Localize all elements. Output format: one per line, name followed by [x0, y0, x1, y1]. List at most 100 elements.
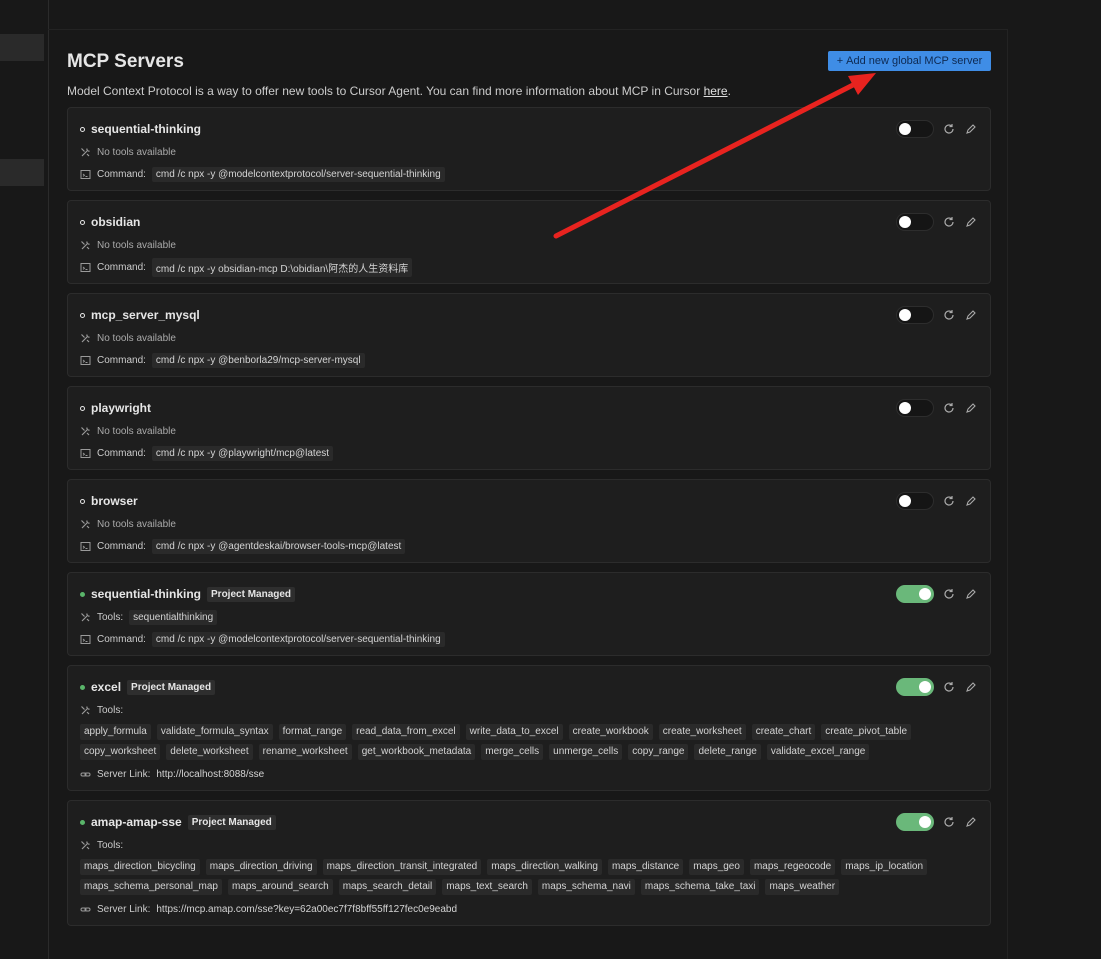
server-link-label: Server Link: — [97, 768, 151, 780]
tool-chip: maps_search_detail — [338, 879, 437, 895]
link-icon — [80, 769, 91, 780]
refresh-icon[interactable] — [942, 122, 956, 136]
terminal-icon — [80, 355, 91, 366]
tools-row: No tools available — [80, 144, 978, 160]
server-controls — [896, 813, 978, 831]
server-name: excel — [91, 680, 122, 694]
server-controls — [896, 120, 978, 138]
tool-chips: maps_direction_bicycling maps_direction_d… — [80, 859, 978, 895]
tool-chip: maps_distance — [607, 859, 684, 875]
status-dot — [80, 684, 85, 690]
tool-chips: apply_formula validate_formula_syntax form… — [80, 724, 978, 760]
tools-row: No tools available — [80, 237, 978, 253]
server-card: sequential-thinking Project Managed Tools:… — [67, 572, 991, 656]
refresh-icon[interactable] — [942, 815, 956, 829]
command-label: Command: — [97, 447, 146, 459]
edit-icon[interactable] — [964, 494, 978, 508]
command-row: Command: cmd /c npx -y @playwright/mcp@la… — [80, 445, 978, 461]
command-row: Command: cmd /c npx -y @modelcontextproto… — [80, 631, 978, 647]
command-value: cmd /c npx -y @playwright/mcp@latest — [151, 445, 334, 461]
edit-icon[interactable] — [964, 587, 978, 601]
tool-chip: write_data_to_excel — [465, 724, 563, 740]
status-dot — [80, 405, 85, 411]
tools-icon — [80, 519, 91, 530]
tool-chip: delete_range — [694, 744, 761, 760]
here-link[interactable]: here — [704, 84, 728, 98]
command-label: Command: — [97, 261, 146, 273]
tools-row: No tools available — [80, 423, 978, 439]
description-text: Model Context Protocol is a way to offer… — [67, 84, 704, 98]
divider — [48, 29, 1008, 30]
enable-toggle[interactable] — [896, 306, 934, 324]
tool-chip: maps_schema_navi — [537, 879, 635, 895]
refresh-icon[interactable] — [942, 680, 956, 694]
sidebar-item[interactable] — [0, 159, 44, 186]
enable-toggle[interactable] — [896, 399, 934, 417]
toggle-knob — [899, 216, 911, 228]
enable-toggle[interactable] — [896, 585, 934, 603]
tools-row: No tools available — [80, 330, 978, 346]
tool-chip: validate_excel_range — [766, 744, 870, 760]
terminal-icon — [80, 262, 91, 273]
command-row: Command: cmd /c npx -y @modelcontextproto… — [80, 166, 978, 182]
tools-label: Tools: — [97, 839, 124, 851]
project-managed-badge: Project Managed — [127, 679, 216, 695]
enable-toggle[interactable] — [896, 678, 934, 696]
command-value: cmd /c npx -y @benborla29/mcp-server-mys… — [151, 352, 365, 368]
server-card: amap-amap-sse Project Managed Tools: maps_d… — [67, 800, 991, 926]
add-button-label: Add new global MCP server — [846, 55, 983, 67]
edit-icon[interactable] — [964, 215, 978, 229]
server-controls — [896, 678, 978, 696]
server-name: browser — [91, 494, 138, 508]
tool-chip: format_range — [278, 724, 347, 740]
tools-icon — [80, 426, 91, 437]
server-list: sequential-thinking No tools available Com… — [67, 107, 991, 935]
edit-icon[interactable] — [964, 308, 978, 322]
tool-chip: maps_direction_transit_integrated — [322, 859, 482, 875]
tool-chip: read_data_from_excel — [352, 724, 460, 740]
enable-toggle[interactable] — [896, 813, 934, 831]
refresh-icon[interactable] — [942, 587, 956, 601]
edit-icon[interactable] — [964, 401, 978, 415]
refresh-icon[interactable] — [942, 494, 956, 508]
add-global-mcp-server-button[interactable]: + Add new global MCP server — [828, 51, 991, 71]
refresh-icon[interactable] — [942, 215, 956, 229]
server-header: excel Project Managed — [80, 678, 978, 696]
server-controls — [896, 399, 978, 417]
server-card: obsidian No tools available Command: cmd /c… — [67, 200, 991, 284]
server-link-value: https://mcp.amap.com/sse?key=62a00ec7f7f… — [156, 903, 458, 915]
command-row: Command: cmd /c npx -y obsidian-mcp D:\ob… — [80, 257, 978, 277]
toggle-knob — [899, 309, 911, 321]
sidebar-item[interactable] — [0, 34, 44, 61]
tool-chip: create_pivot_table — [821, 724, 912, 740]
no-tools-text: No tools available — [97, 146, 176, 158]
tools-icon — [80, 612, 91, 623]
edit-icon[interactable] — [964, 680, 978, 694]
server-name: amap-amap-sse — [91, 815, 182, 829]
command-row: Command: cmd /c npx -y @benborla29/mcp-se… — [80, 352, 978, 368]
status-dot — [80, 126, 85, 132]
tool-chip: copy_range — [628, 744, 689, 760]
server-header: playwright — [80, 399, 978, 417]
tool-chip: maps_ip_location — [841, 859, 928, 875]
enable-toggle[interactable] — [896, 120, 934, 138]
tools-row: Tools: — [80, 702, 978, 718]
server-controls — [896, 306, 978, 324]
no-tools-text: No tools available — [97, 518, 176, 530]
server-name: mcp_server_mysql — [91, 308, 200, 322]
edit-icon[interactable] — [964, 122, 978, 136]
server-card: excel Project Managed Tools: apply_formula v… — [67, 665, 991, 791]
server-card: sequential-thinking No tools available Com… — [67, 107, 991, 191]
tool-chip: unmerge_cells — [549, 744, 623, 760]
server-controls — [896, 213, 978, 231]
refresh-icon[interactable] — [942, 308, 956, 322]
terminal-icon — [80, 634, 91, 645]
edit-icon[interactable] — [964, 815, 978, 829]
tool-chip: apply_formula — [80, 724, 151, 740]
refresh-icon[interactable] — [942, 401, 956, 415]
project-managed-badge: Project Managed — [207, 586, 296, 602]
enable-toggle[interactable] — [896, 213, 934, 231]
enable-toggle[interactable] — [896, 492, 934, 510]
tools-icon — [80, 333, 91, 344]
tools-label: Tools: — [97, 704, 124, 716]
